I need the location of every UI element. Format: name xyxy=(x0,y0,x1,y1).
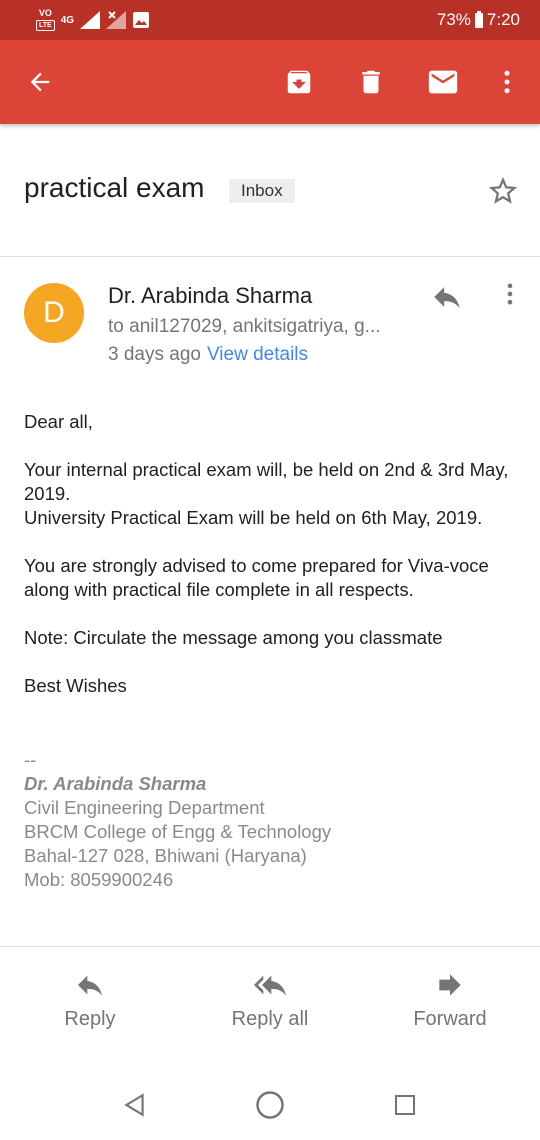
status-right: 73% 7:20 xyxy=(437,10,520,30)
inbox-label-chip[interactable]: Inbox xyxy=(229,179,295,203)
signature-college: BRCM College of Engg & Technology xyxy=(24,821,332,842)
nav-recents-button[interactable] xyxy=(388,1088,422,1122)
status-bar: VO LTE 4G 73% 7:20 xyxy=(0,0,540,40)
mark-unread-icon xyxy=(428,70,458,94)
email-subject: practical exam xyxy=(24,172,205,203)
reply-all-label: Reply all xyxy=(231,1008,309,1030)
gallery-notification-icon xyxy=(133,12,150,28)
network-type: 4G xyxy=(60,14,75,26)
time-ago: 3 days ago xyxy=(108,344,201,365)
battery-icon xyxy=(474,10,483,28)
app-bar xyxy=(0,40,540,124)
forward-button[interactable]: Forward xyxy=(380,970,520,1031)
recipients[interactable]: to anil127029, ankitsigatriya, g... xyxy=(108,316,381,338)
view-details-link[interactable]: View details xyxy=(207,344,308,365)
circle-home-icon xyxy=(256,1091,284,1119)
archive-icon xyxy=(287,70,311,94)
closing-line: Best Wishes xyxy=(24,675,127,696)
signature-mobile: Mob: 8059900246 xyxy=(24,869,174,890)
email-time: 3 days ago View details xyxy=(108,344,308,366)
sender-name[interactable]: Dr. Arabinda Sharma xyxy=(108,283,312,309)
signature-address: Bahal-127 028, Bhiwani (Haryana) xyxy=(24,845,307,866)
nav-back-button[interactable] xyxy=(118,1088,152,1122)
internal-exam-line: Your internal practical exam will, be he… xyxy=(24,459,509,504)
more-vert-icon xyxy=(507,283,513,305)
back-button[interactable] xyxy=(20,62,60,102)
archive-button[interactable] xyxy=(279,62,319,102)
navigation-bar xyxy=(0,1068,540,1140)
sender-avatar[interactable]: D xyxy=(24,283,84,343)
signature-name: Dr. Arabinda Sharma xyxy=(24,773,207,794)
signature-department: Civil Engineering Department xyxy=(24,797,265,818)
back-arrow-icon xyxy=(30,72,50,92)
reply-actions: Reply Reply all Forward xyxy=(0,948,540,1068)
volte-indicator: VO LTE xyxy=(36,9,55,31)
mark-unread-button[interactable] xyxy=(423,62,463,102)
university-exam-line: University Practical Exam will be held o… xyxy=(24,507,483,528)
divider xyxy=(0,256,540,257)
reply-button-header[interactable] xyxy=(430,280,470,314)
reply-icon xyxy=(78,975,102,996)
delete-icon xyxy=(362,70,380,94)
more-vert-icon xyxy=(504,70,510,94)
signal-icon xyxy=(80,11,101,29)
exam-paragraph: Your internal practical exam will, be he… xyxy=(24,458,524,530)
reply-button[interactable]: Reply xyxy=(20,970,160,1031)
note-line: Note: Circulate the message among you cl… xyxy=(24,627,443,648)
reply-icon xyxy=(434,287,460,309)
forward-icon xyxy=(439,974,461,996)
delete-button[interactable] xyxy=(351,62,391,102)
volte-label: VO xyxy=(38,8,52,18)
email-body: Dear all, Your internal practical exam w… xyxy=(24,410,524,722)
more-options-button[interactable] xyxy=(487,62,527,102)
triangle-back-icon xyxy=(124,1093,144,1117)
clock: 7:20 xyxy=(486,10,520,29)
battery-percent: 73% xyxy=(436,10,471,29)
reply-label: Reply xyxy=(64,1008,116,1030)
status-icons: VO LTE 4G xyxy=(36,9,150,31)
message-more-button[interactable] xyxy=(496,280,524,308)
reply-all-button[interactable]: Reply all xyxy=(200,970,340,1031)
nav-home-button[interactable] xyxy=(253,1088,287,1122)
signature: -- Dr. Arabinda Sharma Civil Engineering… xyxy=(24,748,331,892)
square-recents-icon xyxy=(395,1095,415,1115)
forward-label: Forward xyxy=(413,1008,487,1030)
signature-separator: -- xyxy=(24,749,37,770)
divider xyxy=(0,946,540,947)
signal-no-data-icon xyxy=(106,11,127,29)
advice-paragraph: You are strongly advised to come prepare… xyxy=(24,555,489,600)
subject-row: practical exam Inbox xyxy=(0,150,540,230)
star-icon[interactable] xyxy=(486,174,520,208)
lte-label: LTE xyxy=(36,20,55,31)
reply-all-icon xyxy=(254,975,286,996)
greeting: Dear all, xyxy=(24,411,93,432)
